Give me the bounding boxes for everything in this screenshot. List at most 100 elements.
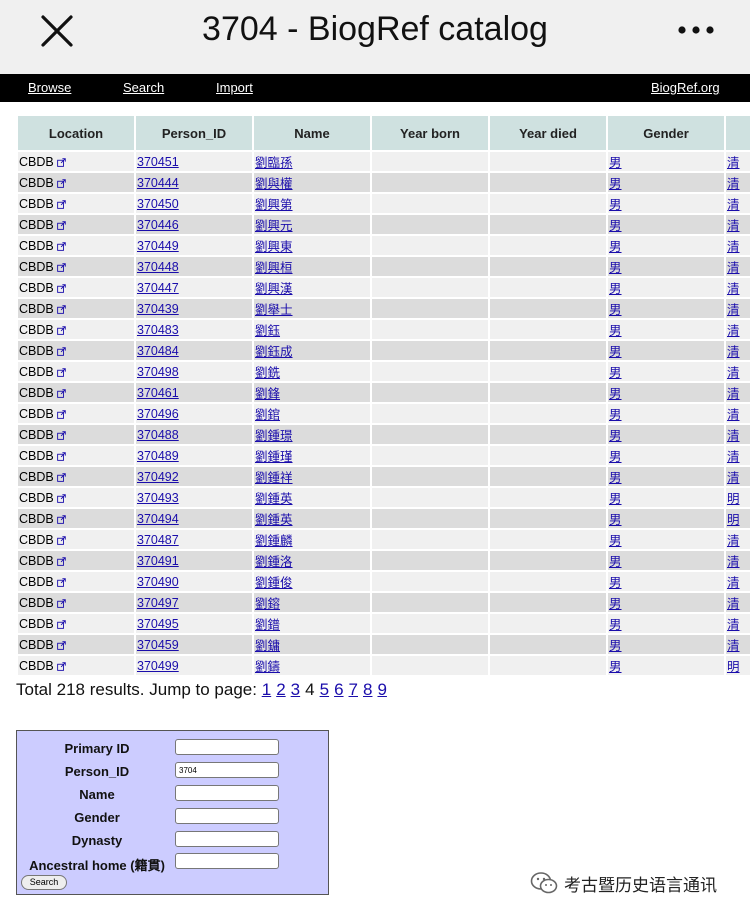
page-link[interactable]: 1	[262, 680, 271, 699]
person-id-link[interactable]: 370494	[137, 512, 179, 526]
external-link-icon[interactable]	[56, 493, 66, 503]
person-id-link[interactable]: 370444	[137, 176, 179, 190]
person-name-link[interactable]: 劉與權	[255, 177, 293, 191]
person-id-link[interactable]: 370499	[137, 659, 179, 673]
person-id-input[interactable]	[175, 762, 279, 778]
dynasty-link[interactable]: 清	[727, 597, 740, 611]
column-header-name[interactable]: Name	[254, 116, 370, 150]
nav-site-link[interactable]: BiogRef.org	[651, 80, 720, 95]
external-link-icon[interactable]	[56, 178, 66, 188]
person-name-link[interactable]: 劉鍾洛	[255, 555, 293, 569]
person-name-link[interactable]: 劉鎔	[255, 597, 280, 611]
person-id-link[interactable]: 370448	[137, 260, 179, 274]
gender-link[interactable]: 男	[609, 597, 622, 611]
gender-link[interactable]: 男	[609, 198, 622, 212]
person-id-link[interactable]: 370490	[137, 575, 179, 589]
gender-link[interactable]: 男	[609, 450, 622, 464]
external-link-icon[interactable]	[56, 409, 66, 419]
dynasty-input[interactable]	[175, 831, 279, 847]
person-id-link[interactable]: 370489	[137, 449, 179, 463]
person-name-link[interactable]: 劉錧	[255, 408, 280, 422]
gender-link[interactable]: 男	[609, 345, 622, 359]
gender-link[interactable]: 男	[609, 639, 622, 653]
external-link-icon[interactable]	[56, 199, 66, 209]
external-link-icon[interactable]	[56, 577, 66, 587]
external-link-icon[interactable]	[56, 283, 66, 293]
dynasty-link[interactable]: 清	[727, 303, 740, 317]
external-link-icon[interactable]	[56, 220, 66, 230]
person-name-link[interactable]: 劉鈺	[255, 324, 280, 338]
person-id-link[interactable]: 370439	[137, 302, 179, 316]
dynasty-link[interactable]: 清	[727, 198, 740, 212]
gender-link[interactable]: 男	[609, 156, 622, 170]
dynasty-link[interactable]: 清	[727, 177, 740, 191]
gender-link[interactable]: 男	[609, 366, 622, 380]
person-id-link[interactable]: 370451	[137, 155, 179, 169]
external-link-icon[interactable]	[56, 304, 66, 314]
external-link-icon[interactable]	[56, 472, 66, 482]
person-id-link[interactable]: 370449	[137, 239, 179, 253]
dynasty-link[interactable]: 清	[727, 156, 740, 170]
column-header-year-born[interactable]: Year born	[372, 116, 488, 150]
external-link-icon[interactable]	[56, 430, 66, 440]
gender-link[interactable]: 男	[609, 471, 622, 485]
gender-link[interactable]: 男	[609, 429, 622, 443]
person-name-link[interactable]: 劉鍾麟	[255, 534, 293, 548]
dynasty-link[interactable]: 清	[727, 366, 740, 380]
person-name-link[interactable]: 劉鍾英	[255, 513, 293, 527]
gender-link[interactable]: 男	[609, 177, 622, 191]
dynasty-link[interactable]: 清	[727, 324, 740, 338]
gender-link[interactable]: 男	[609, 303, 622, 317]
person-id-link[interactable]: 370492	[137, 470, 179, 484]
gender-link[interactable]: 男	[609, 387, 622, 401]
page-link[interactable]: 6	[334, 680, 343, 699]
person-id-link[interactable]: 370491	[137, 554, 179, 568]
nav-browse-link[interactable]: Browse	[28, 80, 71, 95]
external-link-icon[interactable]	[56, 388, 66, 398]
external-link-icon[interactable]	[56, 661, 66, 671]
page-link[interactable]: 2	[276, 680, 285, 699]
person-id-link[interactable]: 370484	[137, 344, 179, 358]
page-link[interactable]: 8	[363, 680, 372, 699]
external-link-icon[interactable]	[56, 514, 66, 524]
external-link-icon[interactable]	[56, 157, 66, 167]
dynasty-link[interactable]: 清	[727, 576, 740, 590]
person-id-link[interactable]: 370450	[137, 197, 179, 211]
dynasty-link[interactable]: 清	[727, 387, 740, 401]
gender-link[interactable]: 男	[609, 513, 622, 527]
external-link-icon[interactable]	[56, 325, 66, 335]
person-id-link[interactable]: 370496	[137, 407, 179, 421]
person-name-link[interactable]: 劉銑	[255, 366, 280, 380]
dynasty-link[interactable]: 清	[727, 345, 740, 359]
person-name-link[interactable]: 劉興漢	[255, 282, 293, 296]
external-link-icon[interactable]	[56, 451, 66, 461]
person-name-link[interactable]: 劉鏞	[255, 639, 280, 653]
nav-import-link[interactable]: Import	[216, 80, 253, 95]
person-name-link[interactable]: 劉興桓	[255, 261, 293, 275]
dynasty-link[interactable]: 清	[727, 555, 740, 569]
external-link-icon[interactable]	[56, 640, 66, 650]
page-link[interactable]: 3	[291, 680, 300, 699]
dynasty-link[interactable]: 清	[727, 639, 740, 653]
person-name-link[interactable]: 劉鐠	[255, 618, 280, 632]
dynasty-link[interactable]: 清	[727, 219, 740, 233]
gender-link[interactable]: 男	[609, 660, 622, 674]
search-button[interactable]: Search	[21, 875, 67, 890]
person-id-link[interactable]: 370498	[137, 365, 179, 379]
gender-link[interactable]: 男	[609, 408, 622, 422]
gender-link[interactable]: 男	[609, 219, 622, 233]
person-id-link[interactable]: 370483	[137, 323, 179, 337]
dynasty-link[interactable]: 明	[727, 513, 740, 527]
person-name-link[interactable]: 劉鍾英	[255, 492, 293, 506]
external-link-icon[interactable]	[56, 598, 66, 608]
page-link[interactable]: 9	[377, 680, 386, 699]
column-header-dynasty[interactable]	[726, 116, 750, 150]
name-input[interactable]	[175, 785, 279, 801]
column-header-location[interactable]: Location	[18, 116, 134, 150]
gender-link[interactable]: 男	[609, 618, 622, 632]
gender-link[interactable]: 男	[609, 282, 622, 296]
person-name-link[interactable]: 劉鈺成	[255, 345, 293, 359]
person-name-link[interactable]: 劉臨孫	[255, 156, 293, 170]
page-link[interactable]: 7	[349, 680, 358, 699]
person-name-link[interactable]: 劉興東	[255, 240, 293, 254]
